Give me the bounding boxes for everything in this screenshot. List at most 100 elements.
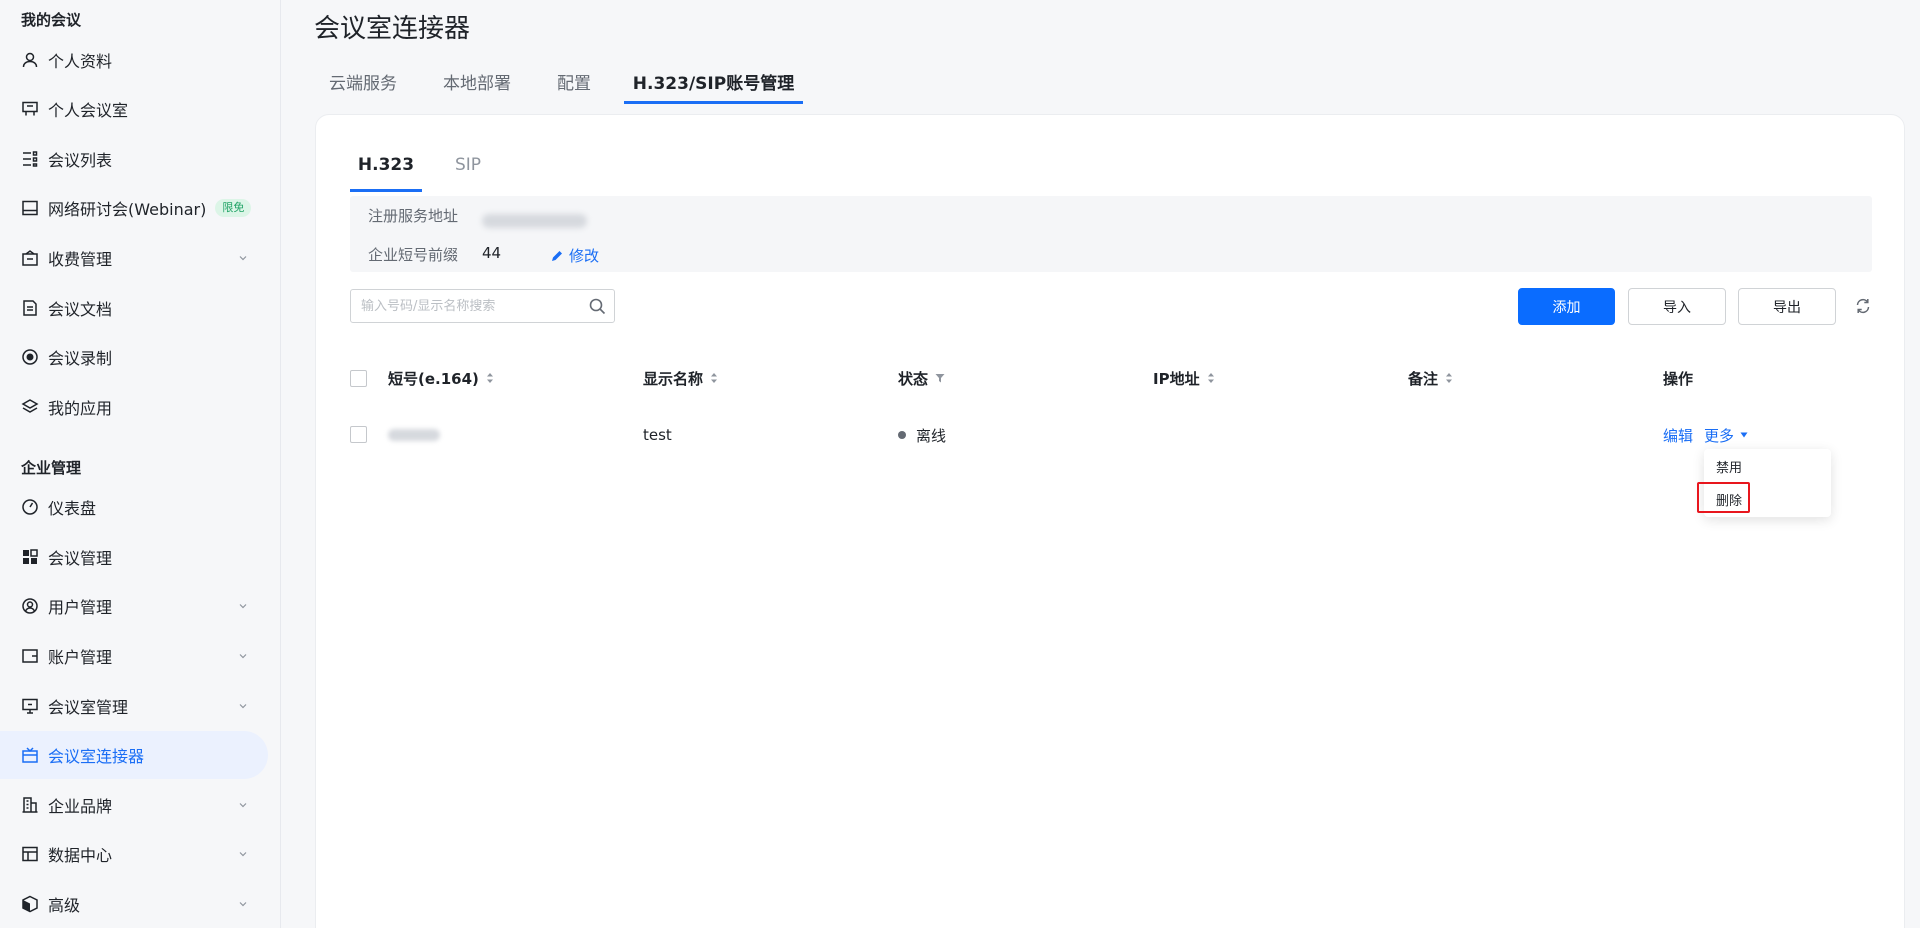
sort-icon[interactable]: [486, 372, 494, 384]
meeting-room-icon: [21, 100, 39, 118]
sidebar-item-label: 会议管理: [48, 549, 113, 568]
filter-icon[interactable]: [935, 373, 945, 383]
sidebar-item-label: 数据中心: [48, 846, 113, 865]
sort-icon[interactable]: [1207, 372, 1215, 384]
select-all-checkbox[interactable]: [350, 370, 367, 387]
sidebar-item-user-management[interactable]: 用户管理: [0, 582, 268, 630]
info-panel: 注册服务地址 企业短号前缀 44 修改: [350, 196, 1872, 272]
subtab-h323[interactable]: H.323: [350, 138, 422, 192]
sidebar-item-label: 网络研讨会(Webinar): [48, 200, 207, 219]
advanced-cube-icon: [21, 895, 39, 913]
more-dropdown-menu: 禁用 删除: [1704, 449, 1831, 517]
search-box: [350, 289, 615, 323]
sidebar-item-label: 企业品牌: [48, 797, 113, 816]
column-header-status[interactable]: 状态: [898, 353, 945, 403]
section-title-my-meetings: 我的会议: [21, 11, 82, 29]
sidebar-item-documents[interactable]: 会议文档: [0, 284, 268, 332]
sidebar-item-account-management[interactable]: 账户管理: [0, 632, 268, 680]
sort-icon[interactable]: [1445, 372, 1453, 384]
sidebar-item-room-management[interactable]: 会议室管理: [0, 682, 268, 730]
page-title: 会议室连接器: [314, 14, 471, 44]
search-icon[interactable]: [589, 298, 606, 315]
edit-row-link[interactable]: 编辑: [1663, 425, 1693, 446]
edit-prefix-link[interactable]: 修改: [550, 245, 599, 266]
column-label: 状态: [898, 369, 929, 388]
export-button[interactable]: 导出: [1738, 288, 1836, 325]
sidebar-item-label: 会议录制: [48, 349, 113, 368]
sidebar-item-recording[interactable]: 会议录制: [0, 333, 268, 381]
user-icon: [21, 51, 39, 69]
sidebar-item-advanced[interactable]: 高级: [0, 880, 268, 928]
sort-icon[interactable]: [710, 372, 718, 384]
sidebar-item-personal-room[interactable]: 个人会议室: [0, 85, 268, 133]
building-icon: [21, 796, 39, 814]
sidebar-item-label: 个人资料: [48, 52, 113, 71]
column-header-remarks[interactable]: 备注: [1408, 353, 1453, 403]
sidebar-item-label: 收费管理: [48, 250, 113, 269]
list-icon: [21, 150, 39, 168]
sidebar-item-label: 我的应用: [48, 399, 113, 418]
chevron-down-icon: [239, 704, 247, 709]
column-header-ip-address[interactable]: IP地址: [1153, 353, 1215, 403]
sidebar-item-webinar[interactable]: 网络研讨会(Webinar) 限免: [0, 184, 268, 232]
tab-local-deployment[interactable]: 本地部署: [440, 58, 514, 104]
apps-layers-icon: [21, 398, 39, 416]
sidebar-item-label: 用户管理: [48, 598, 113, 617]
prefix-value: 44: [482, 244, 502, 262]
register-address-value-blurred: [482, 214, 587, 228]
user-manage-icon: [21, 597, 39, 615]
tab-config[interactable]: 配置: [554, 58, 594, 104]
add-button[interactable]: 添加: [1518, 288, 1615, 325]
subtab-sip[interactable]: SIP: [450, 138, 486, 192]
refresh-icon[interactable]: [1854, 297, 1872, 315]
document-icon: [21, 299, 39, 317]
sidebar-item-label: 会议文档: [48, 300, 113, 319]
sidebar-item-label: 会议列表: [48, 151, 113, 170]
grid-icon: [21, 548, 39, 566]
import-button[interactable]: 导入: [1628, 288, 1726, 325]
column-header-display-name[interactable]: 显示名称: [643, 353, 718, 403]
sidebar-item-room-connector[interactable]: 会议室连接器: [0, 731, 268, 779]
sidebar-item-label: 个人会议室: [48, 101, 129, 120]
menu-item-delete[interactable]: 删除: [1704, 484, 1831, 514]
sidebar-item-label: 会议室管理: [48, 698, 129, 717]
sidebar-item-dashboard[interactable]: 仪表盘: [0, 483, 268, 531]
status-label: 离线: [916, 426, 947, 445]
connector-icon: [21, 746, 39, 764]
column-label: 备注: [1408, 369, 1439, 388]
sidebar-item-my-apps[interactable]: 我的应用: [0, 383, 268, 431]
sidebar-item-enterprise-brand[interactable]: 企业品牌: [0, 781, 268, 829]
chevron-down-icon: [239, 654, 247, 659]
limited-free-badge: 限免: [215, 199, 252, 217]
section-title-enterprise: 企业管理: [21, 459, 82, 477]
caret-down-icon: [1740, 432, 1748, 438]
search-input[interactable]: [361, 290, 581, 322]
row-checkbox[interactable]: [350, 426, 367, 443]
column-label: 操作: [1663, 369, 1694, 388]
short-number-cell: [388, 403, 440, 467]
chevron-down-icon: [239, 852, 247, 857]
sidebar-item-billing[interactable]: 收费管理: [0, 234, 268, 282]
menu-item-disable[interactable]: 禁用: [1704, 451, 1831, 481]
sidebar-item-label: 仪表盘: [48, 499, 97, 518]
prefix-label: 企业短号前缀: [368, 246, 459, 264]
column-header-short-number[interactable]: 短号(e.164): [388, 353, 494, 403]
sidebar-item-data-center[interactable]: 数据中心: [0, 830, 268, 878]
sidebar-item-profile[interactable]: 个人资料: [0, 36, 268, 84]
column-label: 显示名称: [643, 369, 704, 388]
sidebar-item-meeting-list[interactable]: 会议列表: [0, 135, 268, 183]
sidebar-item-meeting-management[interactable]: 会议管理: [0, 533, 268, 581]
webinar-icon: [21, 199, 39, 217]
more-dropdown-trigger[interactable]: 更多: [1704, 425, 1748, 446]
column-header-actions: 操作: [1663, 353, 1693, 403]
column-label: IP地址: [1153, 369, 1200, 388]
short-number-blurred: [388, 429, 440, 441]
status-cell: 离线: [898, 403, 946, 467]
tab-h323-sip-accounts[interactable]: H.323/SIP账号管理: [624, 58, 803, 104]
tab-cloud-service[interactable]: 云端服务: [326, 58, 400, 104]
dashboard-icon: [21, 498, 39, 516]
table-row: test 离线 编辑 更多: [350, 403, 1872, 467]
data-center-icon: [21, 845, 39, 863]
pencil-icon: [552, 250, 562, 261]
chevron-down-icon: [239, 803, 247, 808]
